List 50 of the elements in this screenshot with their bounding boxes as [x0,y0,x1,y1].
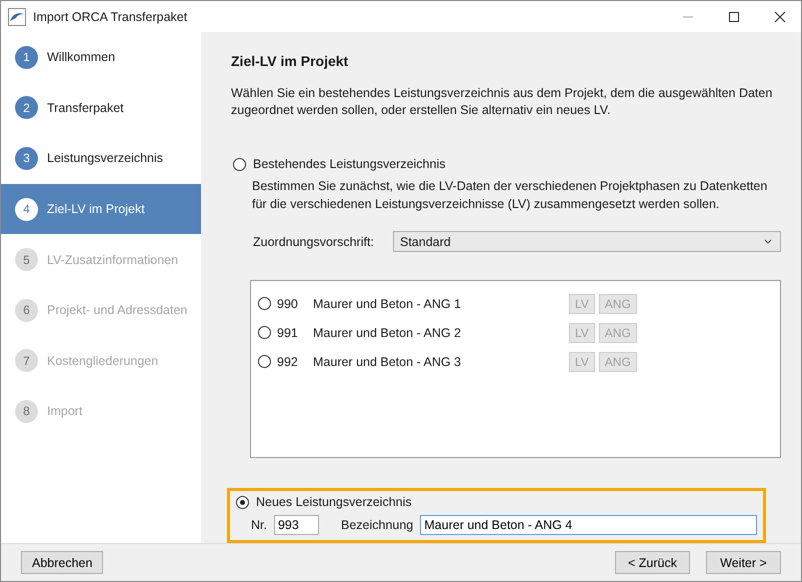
window-title: Import ORCA Transferpaket [33,10,188,24]
step-number: 3 [15,146,38,170]
step-number: 6 [15,298,38,322]
radio-button[interactable] [258,326,271,339]
page-heading: Ziel-LV im Projekt [231,53,350,69]
name-field[interactable]: Maurer und Beton - ANG 4 [420,515,757,535]
radio-button[interactable] [236,496,249,508]
step-label: LV-Zusatzinformationen [47,252,178,267]
lv-number: 990 [277,296,299,310]
wizard-step[interactable]: 4 Ziel-LV im Projekt [1,184,201,234]
maximize-icon[interactable] [728,10,740,22]
step-label: Willkommen [47,50,116,64]
rule-dropdown[interactable]: Standard [393,231,781,252]
step-label: Kostengliederungen [47,354,158,368]
wizard-step[interactable]: 3 Leistungsverzeichnis [1,133,201,184]
step-number: 2 [15,96,38,120]
close-icon[interactable] [774,10,786,22]
radio-button[interactable] [233,158,246,170]
lv-number: 991 [277,326,299,340]
lv-number: 992 [277,354,299,368]
name-label: Bezeichnung [340,518,414,532]
wizard-step[interactable]: 2 Transferpaket [1,82,201,134]
lv-name: Maurer und Beton - ANG 1 [313,296,462,310]
step-number: 7 [15,349,38,372]
intro-text: Wählen Sie ein bestehendes Leistungsverzeichnis aus dem Projekt, dem die ausgewählten Daten zugeordnet werden sollen, oder erstellen Sie alternativ ein neues LV. [231,85,774,119]
chevron-down-icon [764,239,772,244]
step-number: 5 [15,248,38,272]
nr-label: Nr. [251,518,267,532]
back-button[interactable]: < Zurück [615,551,690,574]
radio-label: Neues Leistungsverzeichnis [256,495,412,509]
step-number: 1 [15,46,38,69]
cancel-button[interactable]: Abbrechen [21,551,104,574]
step-label: Transferpaket [47,100,124,115]
radio-label: Bestehendes Leistungsverzeichnis [253,157,446,171]
step-number: 8 [15,400,38,423]
step-label: Ziel-LV im Projekt [47,202,145,216]
lv-name: Maurer und Beton - ANG 3 [313,354,462,368]
app-logo-icon [8,8,26,26]
wizard-step[interactable]: 1 Willkommen [1,32,201,83]
step-label: Import [47,404,82,418]
next-button[interactable]: Weiter > [706,551,781,574]
nr-field[interactable]: 993 [274,515,319,535]
rule-label: Zuordnungsvorschrift: [253,234,375,248]
radio-button[interactable] [258,355,271,368]
step-number: 4 [15,198,38,221]
lv-name: Maurer und Beton - ANG 2 [313,326,462,340]
step-label: Leistungsverzeichnis [47,151,164,166]
step-label: Projekt- und Adressdaten [47,303,188,318]
description-text: Bestimmen Sie zunächst, wie die LV-Daten der verschiedenen Projektphasen zu Datenketten für die verschiedenen Leistungsverzeichnisse (LV) zusammengesetzt werden sollen. [252,178,768,213]
radio-button[interactable] [258,297,271,310]
